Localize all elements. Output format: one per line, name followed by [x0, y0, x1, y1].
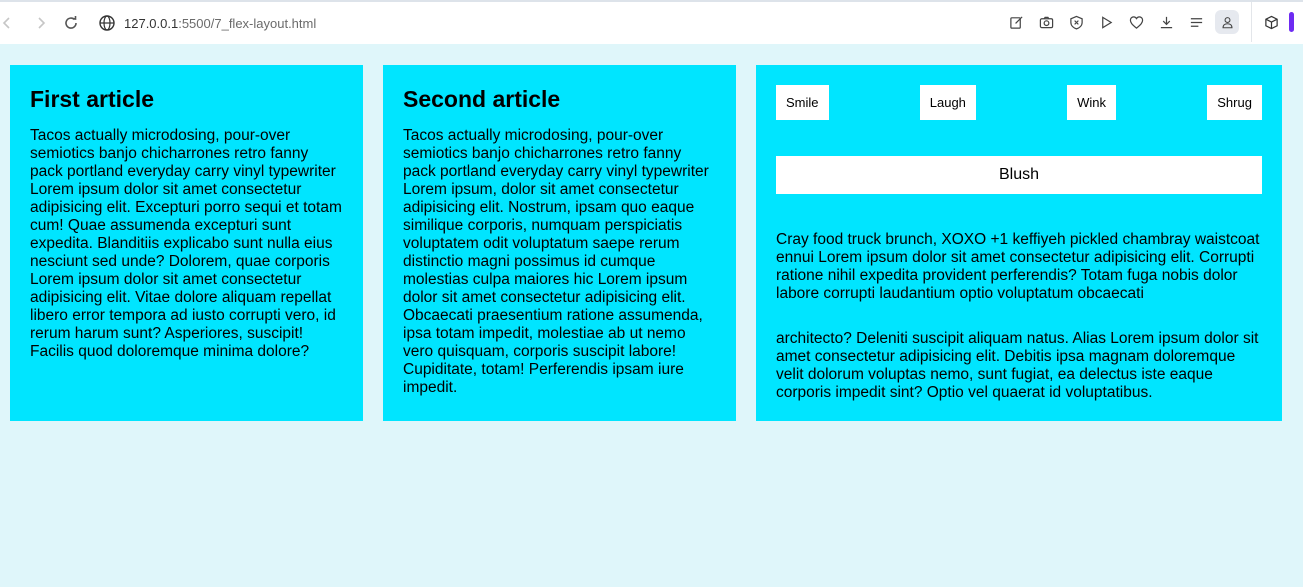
shield-icon	[1069, 15, 1083, 30]
emotion-button-row: Smile Laugh Wink Shrug	[776, 85, 1262, 120]
wink-button[interactable]: Wink	[1067, 85, 1117, 120]
person-icon	[1222, 16, 1232, 28]
heart-icon	[1129, 15, 1143, 29]
url-host: 127.0.0.1	[124, 15, 179, 31]
aside-paragraph-1: Cray food truck brunch, XOXO +1 keffiyeh…	[776, 231, 1260, 302]
blush-button[interactable]: Blush	[776, 156, 1262, 194]
menu-lines-icon	[1190, 17, 1202, 27]
camera-icon	[1039, 16, 1053, 28]
globe-icon	[99, 15, 115, 31]
back-button[interactable]	[0, 8, 22, 38]
reload-icon	[65, 16, 77, 29]
article-body: Tacos actually microdosing, pour-over se…	[30, 127, 342, 360]
chevron-left-icon	[2, 17, 10, 29]
favorite-button[interactable]	[1121, 7, 1151, 37]
shrug-button[interactable]: Shrug	[1207, 85, 1262, 120]
download-icon	[1160, 16, 1172, 28]
laugh-button[interactable]: Laugh	[919, 85, 976, 120]
aside-panel: Smile Laugh Wink Shrug Blush Cray food t…	[756, 65, 1282, 421]
play-button[interactable]	[1091, 7, 1121, 37]
address-bar[interactable]: 127.0.0.1:5500/7_flex-layout.html	[124, 16, 316, 31]
reload-button[interactable]	[56, 8, 86, 38]
play-icon	[1101, 15, 1112, 29]
menu-button[interactable]	[1181, 7, 1211, 37]
browser-toolbar: 127.0.0.1:5500/7_flex-layout.html	[0, 0, 1303, 44]
extensions-area	[1251, 2, 1303, 42]
forward-button[interactable]	[26, 8, 56, 38]
article-body: Tacos actually microdosing, pour-over se…	[403, 127, 709, 396]
sidebar-toggle[interactable]	[1289, 12, 1294, 32]
article-first: First article Tacos actually microdosing…	[10, 65, 363, 421]
shield-button[interactable]	[1061, 7, 1091, 37]
article-title: First article	[30, 86, 154, 112]
cube-icon[interactable]	[1264, 15, 1279, 30]
screenshot-button[interactable]	[1031, 7, 1061, 37]
article-second: Second article Tacos actually microdosin…	[383, 65, 736, 421]
article-title: Second article	[403, 86, 561, 112]
profile-button[interactable]	[1215, 10, 1239, 34]
chevron-right-icon	[38, 17, 46, 29]
edit-button[interactable]	[1001, 7, 1031, 37]
toolbar-actions	[1001, 2, 1303, 42]
edit-icon	[1009, 15, 1023, 29]
url-path: :5500/7_flex-layout.html	[178, 15, 317, 31]
smile-button[interactable]: Smile	[776, 85, 829, 120]
downloads-button[interactable]	[1151, 7, 1181, 37]
aside-paragraph-2: architecto? Deleniti suscipit aliquam na…	[776, 330, 1259, 401]
